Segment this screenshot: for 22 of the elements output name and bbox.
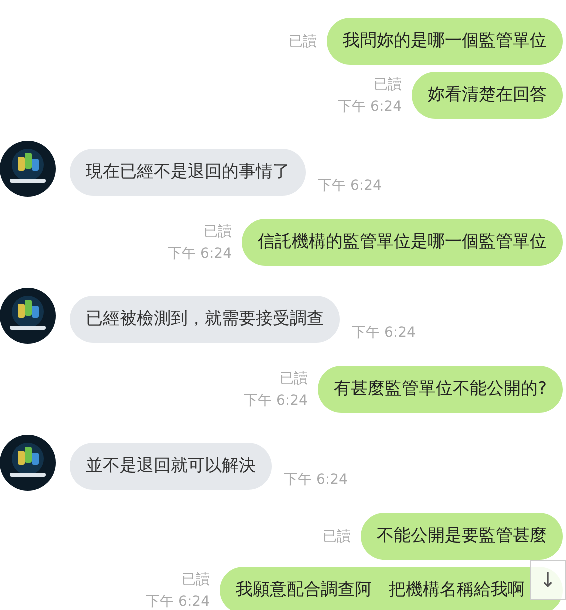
message-bubble: 並不是退回就可以解決 [70, 443, 272, 490]
message-time: 下午 6:24 [168, 244, 232, 262]
message-bubble: 信託機構的監管單位是哪一個監管單位 [242, 219, 563, 266]
message-bubble: 我問妳的是哪一個監管單位 [327, 18, 563, 65]
message-time: 下午 6:24 [244, 392, 308, 410]
message-time: 下午 6:24 [338, 98, 402, 116]
message-bubble: 有甚麼監管單位不能公開的? [318, 366, 563, 413]
scroll-down-button[interactable]: ↓ [530, 560, 566, 600]
message-time: 下午 6:24 [284, 471, 348, 489]
read-receipt: 已讀 [182, 570, 210, 588]
read-receipt: 已讀 [204, 222, 232, 240]
message-bubble: 已經被檢測到，就需要接受調查 [70, 296, 340, 343]
message-time: 下午 6:24 [352, 324, 416, 342]
read-receipt: 已讀 [323, 528, 351, 546]
message-bubble: 妳看清楚在回答 [412, 72, 563, 119]
read-receipt: 已讀 [289, 32, 317, 50]
message-time: 下午 6:24 [318, 177, 382, 195]
message-bubble: 不能公開是要監管甚麼 [361, 513, 563, 560]
read-receipt: 已讀 [374, 76, 402, 94]
message-bubble: 現在已經不是退回的事情了 [70, 149, 306, 196]
message-time: 下午 6:24 [146, 592, 210, 610]
read-receipt: 已讀 [280, 370, 308, 388]
